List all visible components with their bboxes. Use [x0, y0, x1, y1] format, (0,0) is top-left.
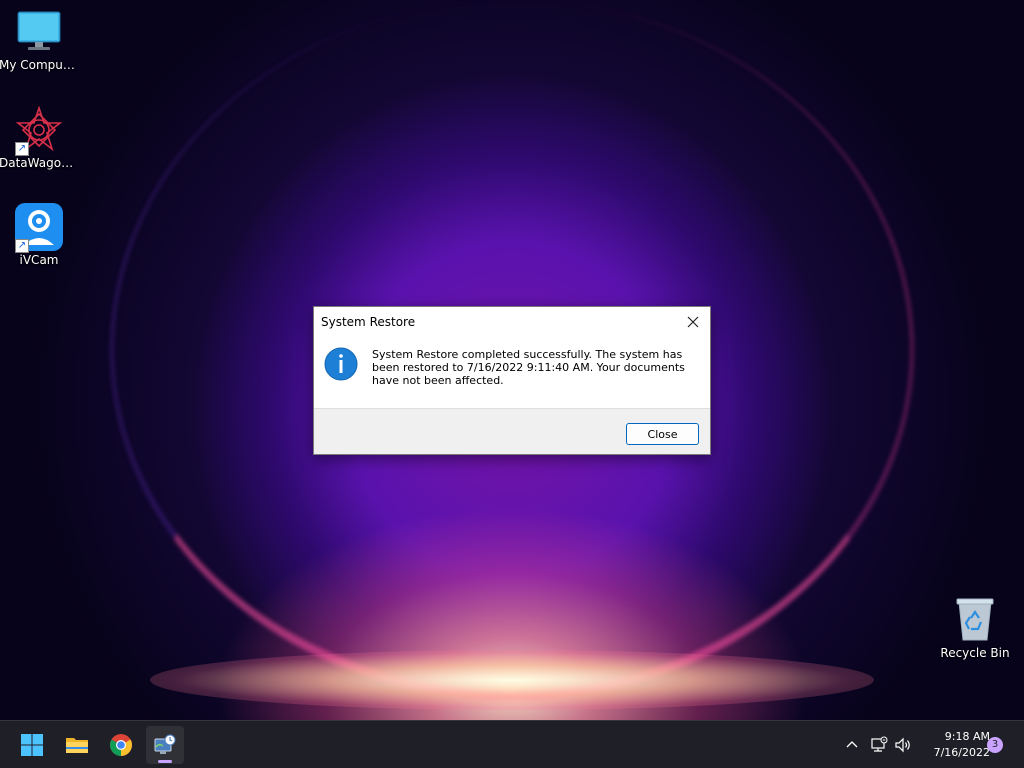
wallpaper-glow	[150, 650, 874, 710]
desktop-icon-my-computer[interactable]: My Computer	[0, 8, 79, 72]
folder-icon	[66, 738, 88, 753]
notification-badge[interactable]: 3	[987, 737, 1003, 753]
dialog-close-x-button[interactable]	[682, 311, 704, 333]
volume-tray-button[interactable]	[893, 735, 913, 755]
close-button[interactable]: Close	[626, 423, 699, 445]
desktop-icon-datawagon[interactable]: ↗ DataWagon...	[0, 105, 79, 170]
close-icon	[687, 316, 699, 328]
desktop-icon-label: DataWagon...	[0, 156, 79, 170]
desktop-icon-label: iVCam	[19, 253, 59, 267]
dialog-footer: Close	[314, 408, 710, 454]
monitor-icon	[15, 8, 63, 56]
show-hidden-icons-button[interactable]	[842, 735, 862, 755]
ivcam-icon: ↗	[15, 203, 63, 253]
dialog-title: System Restore	[321, 315, 416, 329]
system-restore-dialog: System Restore System Restore completed …	[313, 306, 711, 455]
shortcut-arrow-icon: ↗	[15, 142, 29, 156]
network-tray-button[interactable]	[869, 735, 889, 755]
desktop-icon-recycle-bin[interactable]: Recycle Bin	[935, 596, 1015, 660]
clock-date: 7/16/2022	[933, 746, 990, 759]
desktop-icon-label: Recycle Bin	[940, 646, 1010, 660]
shortcut-arrow-icon: ↗	[15, 239, 29, 253]
info-icon	[324, 347, 358, 381]
taskbar-clock[interactable]: 9:18 AM 7/16/2022	[918, 729, 990, 761]
active-app-indicator	[158, 760, 172, 763]
datawagon-logo-icon: ↗	[15, 105, 63, 156]
recycle-bin-icon	[951, 596, 999, 644]
clock-time: 9:18 AM	[944, 730, 990, 743]
system-restore-taskbar-button[interactable]	[146, 726, 184, 764]
system-restore-icon	[154, 734, 176, 754]
volume-icon	[895, 737, 910, 753]
network-icon	[871, 736, 888, 752]
dialog-titlebar[interactable]: System Restore	[314, 307, 710, 337]
taskbar: 9:18 AM 7/16/2022 3	[0, 720, 1024, 768]
chrome-icon	[110, 734, 132, 756]
desktop-icon-ivcam[interactable]: ↗ iVCam	[0, 203, 79, 267]
chevron-up-icon	[846, 741, 858, 748]
windows-start-icon	[21, 734, 43, 756]
start-button[interactable]	[13, 726, 51, 764]
dialog-message: System Restore completed successfully. T…	[372, 348, 685, 387]
file-explorer-button[interactable]	[58, 726, 96, 764]
chrome-button[interactable]	[102, 726, 140, 764]
dialog-content: System Restore completed successfully. T…	[314, 337, 710, 408]
desktop-icon-label: My Computer	[0, 58, 79, 72]
